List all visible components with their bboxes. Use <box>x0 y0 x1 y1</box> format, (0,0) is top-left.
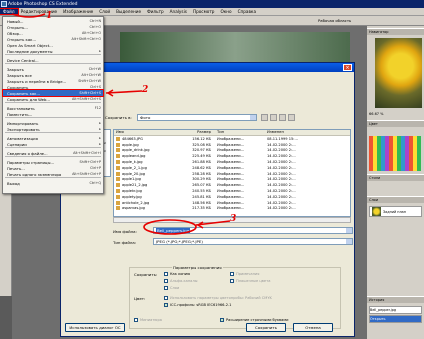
annotation-3: 3 <box>230 214 237 224</box>
arrow-1-icon <box>11 13 46 18</box>
annotation-overlay <box>11 13 231 235</box>
annotation-2: 2 <box>142 85 149 95</box>
annotation-1: 1 <box>46 11 53 21</box>
filename-highlight-circle <box>143 219 197 235</box>
